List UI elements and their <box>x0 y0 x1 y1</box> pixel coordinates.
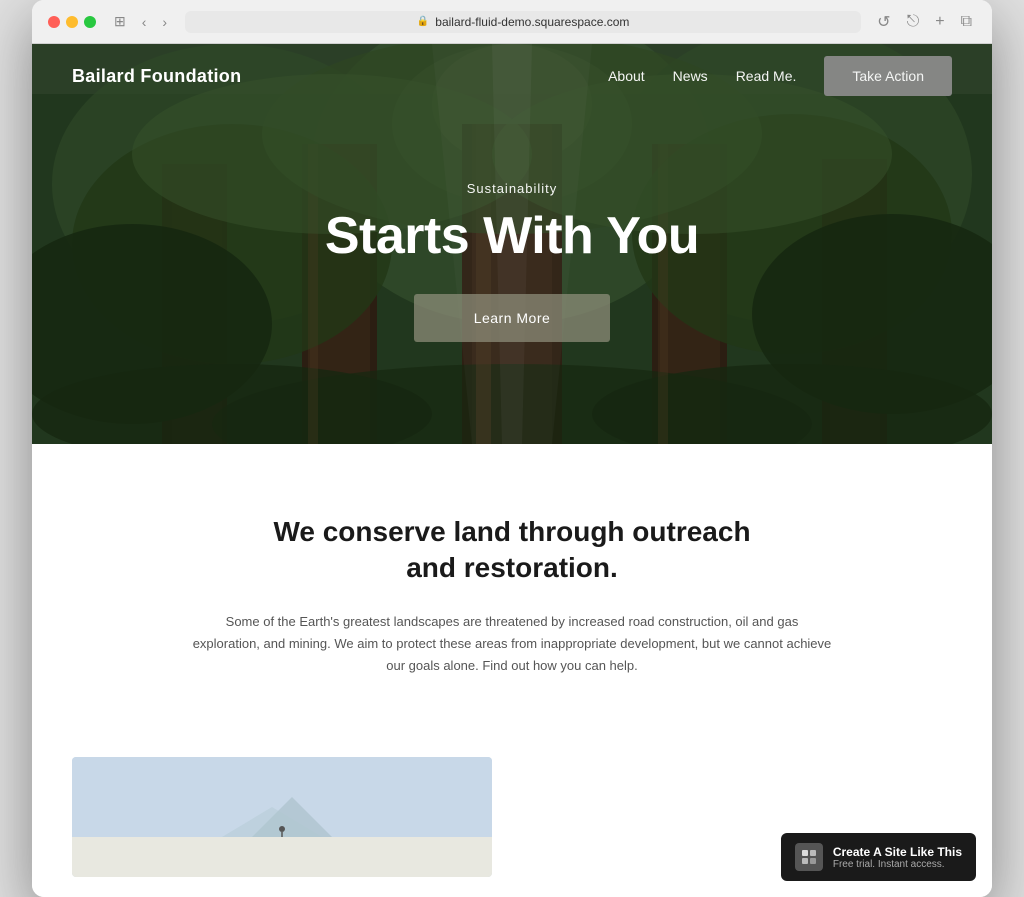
back-button[interactable]: ‹ <box>136 12 153 32</box>
nav-about[interactable]: About <box>608 68 645 84</box>
url-text: bailard-fluid-demo.squarespace.com <box>435 15 629 29</box>
nav-read-me[interactable]: Read Me. <box>736 68 797 84</box>
browser-window: ⊞ ‹ › 🔒 bailard-fluid-demo.squarespace.c… <box>32 0 992 897</box>
maximize-button[interactable] <box>84 16 96 28</box>
badge-text: Create A Site Like This Free trial. Inst… <box>833 845 962 870</box>
sidebar-toggle[interactable]: ⊞ <box>108 11 132 32</box>
nav-news[interactable]: News <box>673 68 708 84</box>
hero-section: Bailard Foundation About News Read Me. T… <box>32 44 992 444</box>
take-action-button[interactable]: Take Action <box>824 56 952 96</box>
site-nav: Bailard Foundation About News Read Me. T… <box>32 44 992 109</box>
lock-icon: 🔒 <box>417 16 429 27</box>
reload-button[interactable]: ↺ <box>873 10 894 34</box>
squarespace-icon <box>795 843 823 871</box>
share-button[interactable]: ⎋ <box>903 10 924 34</box>
browser-titlebar: ⊞ ‹ › 🔒 bailard-fluid-demo.squarespace.c… <box>32 0 992 44</box>
site-content: Bailard Foundation About News Read Me. T… <box>32 44 992 897</box>
badge-subtitle: Free trial. Instant access. <box>833 859 962 870</box>
close-button[interactable] <box>48 16 60 28</box>
main-heading: We conserve land through outreach and re… <box>262 514 762 587</box>
new-tab-button[interactable]: + <box>931 10 948 34</box>
site-logo: Bailard Foundation <box>72 66 241 87</box>
main-content-section: We conserve land through outreach and re… <box>32 444 992 757</box>
landscape-illustration <box>72 757 492 877</box>
main-description: Some of the Earth's greatest landscapes … <box>192 611 832 677</box>
hero-title: Starts With You <box>325 208 699 265</box>
browser-controls: ⊞ ‹ › <box>108 11 173 32</box>
browser-actions: ↺ ⎋ + ⧉ <box>873 10 976 34</box>
tabs-button[interactable]: ⧉ <box>957 10 976 34</box>
bottom-section: Create A Site Like This Free trial. Inst… <box>32 757 992 897</box>
address-bar[interactable]: 🔒 bailard-fluid-demo.squarespace.com <box>185 11 861 33</box>
badge-title: Create A Site Like This <box>833 845 962 859</box>
minimize-button[interactable] <box>66 16 78 28</box>
learn-more-button[interactable]: Learn More <box>414 294 611 342</box>
hero-content: Sustainability Starts With You Learn Mor… <box>32 109 992 444</box>
squarespace-badge[interactable]: Create A Site Like This Free trial. Inst… <box>781 833 976 881</box>
forward-button[interactable]: › <box>156 12 173 32</box>
bottom-image <box>72 757 492 877</box>
hero-subtitle: Sustainability <box>467 181 558 196</box>
nav-links: About News Read Me. Take Action <box>608 68 952 86</box>
traffic-lights <box>48 16 96 28</box>
